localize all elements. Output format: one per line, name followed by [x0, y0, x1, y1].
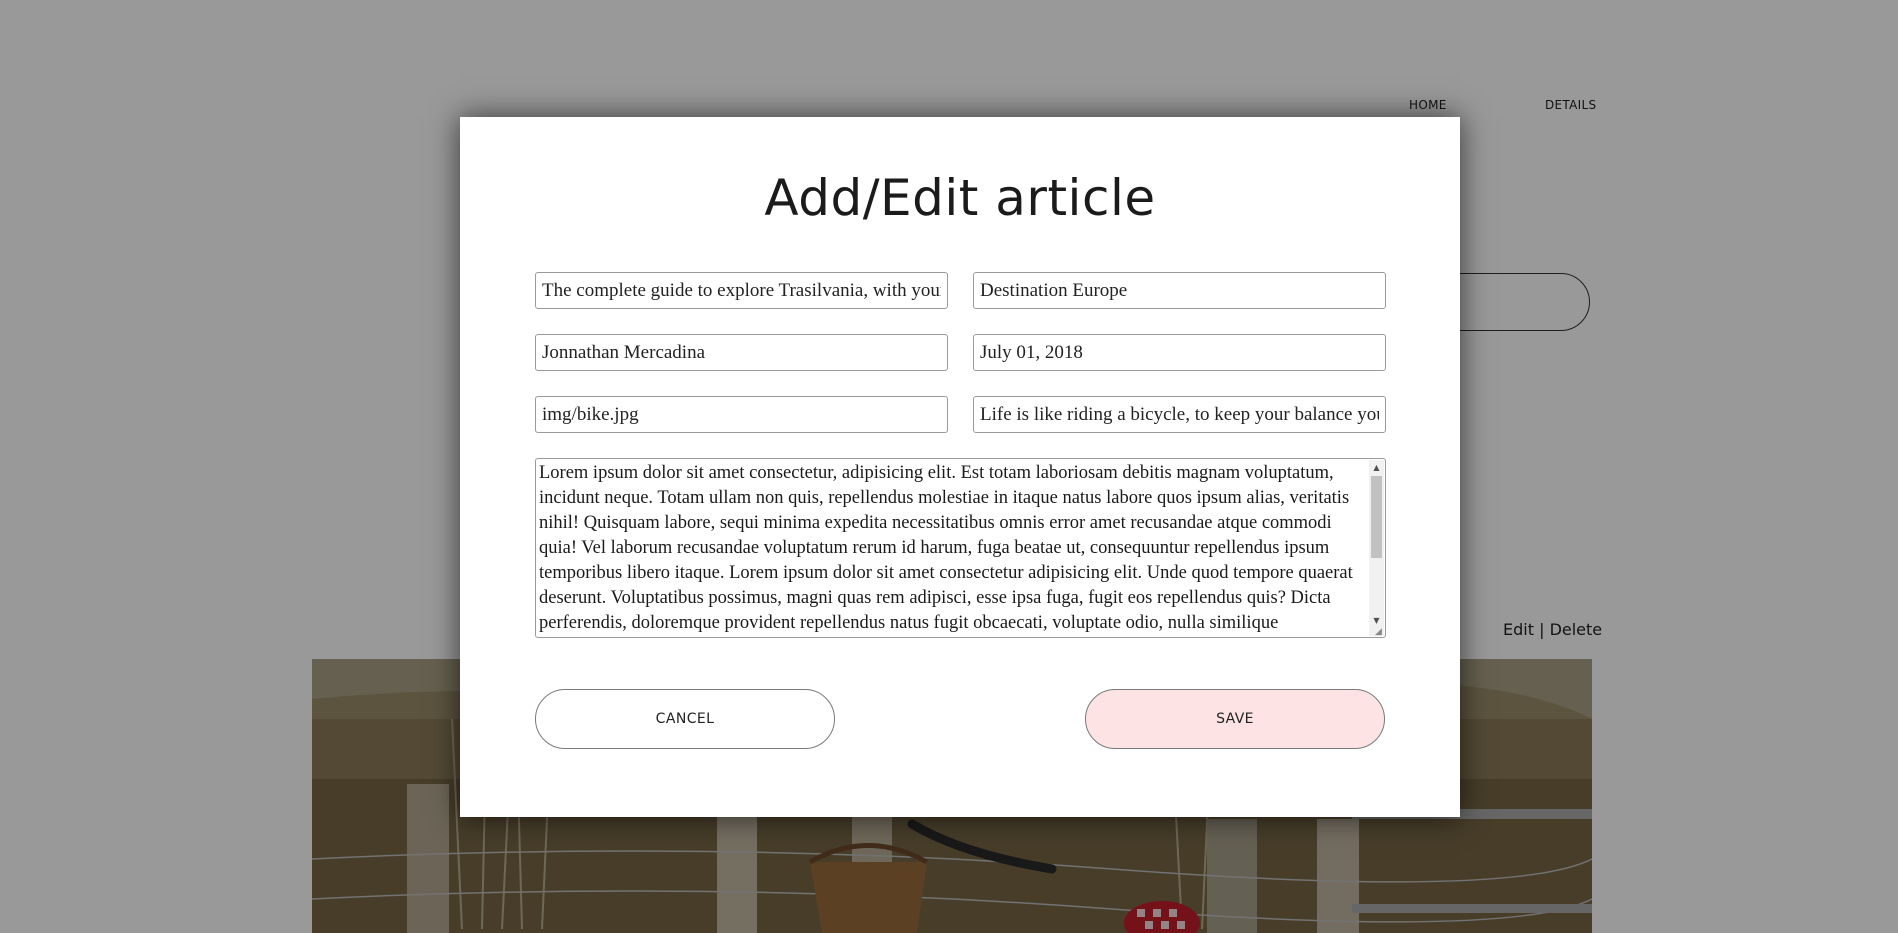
article-image-input[interactable] — [535, 396, 948, 433]
article-title-input[interactable] — [535, 272, 948, 309]
article-date-input[interactable] — [973, 334, 1386, 371]
cancel-button[interactable]: CANCEL — [535, 689, 835, 749]
article-author-input[interactable] — [535, 334, 948, 371]
content-scrollbar[interactable]: ▲ ▼ — [1369, 460, 1384, 636]
resize-grip-icon[interactable]: ◢ — [1375, 627, 1384, 636]
save-button[interactable]: SAVE — [1085, 689, 1385, 749]
article-content-text: Lorem ipsum dolor sit amet consectetur, … — [539, 463, 1353, 633]
modal-title: Add/Edit article — [764, 169, 1156, 227]
scroll-thumb[interactable] — [1371, 476, 1382, 558]
article-category-input[interactable] — [973, 272, 1386, 309]
article-content-textarea[interactable]: Lorem ipsum dolor sit amet consectetur, … — [535, 458, 1386, 638]
scroll-up-arrow-icon[interactable]: ▲ — [1369, 460, 1384, 475]
add-edit-article-modal: Add/Edit article Lorem ipsum dolor sit a… — [460, 117, 1460, 817]
article-quote-input[interactable] — [973, 396, 1386, 433]
